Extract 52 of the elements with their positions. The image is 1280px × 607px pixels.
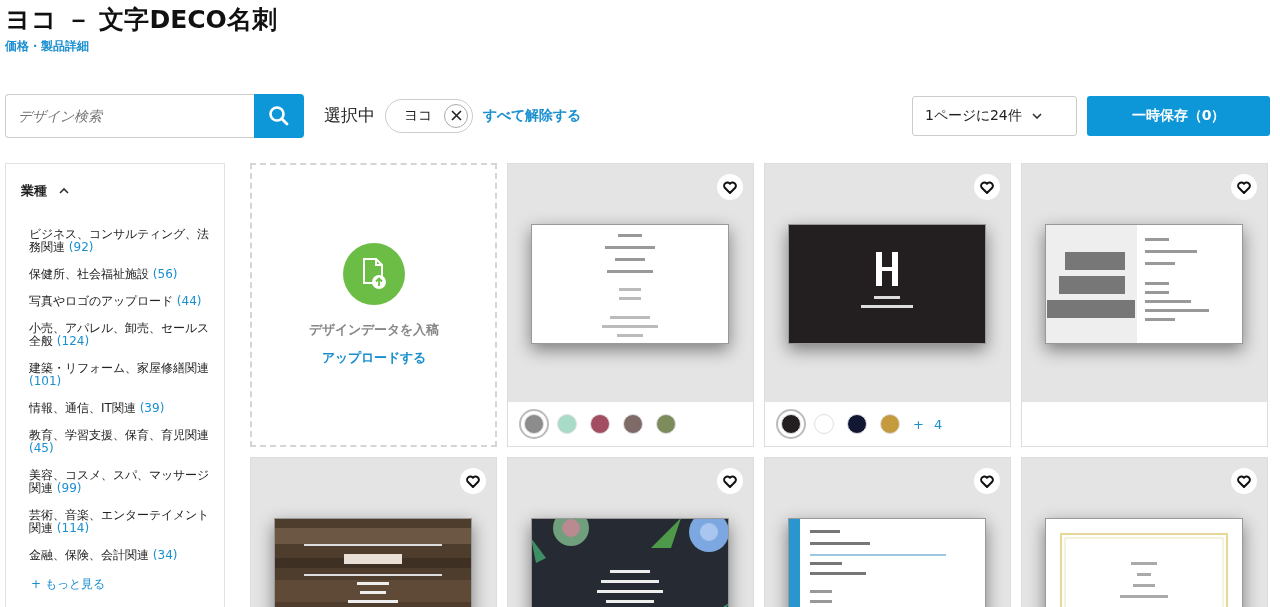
favorite-button[interactable] bbox=[974, 468, 1000, 494]
heart-icon bbox=[980, 180, 994, 194]
search-field[interactable]: デザイン検索 bbox=[5, 93, 254, 138]
category-item[interactable]: 建築・リフォーム、家屋修繕関連 (101) bbox=[29, 362, 210, 388]
favorite-button[interactable] bbox=[974, 174, 1000, 200]
design-tile[interactable] bbox=[507, 163, 754, 447]
remove-chip-button[interactable] bbox=[444, 103, 468, 128]
search-icon bbox=[268, 104, 290, 127]
color-swatch[interactable] bbox=[814, 414, 834, 434]
category-item[interactable]: ビジネス、コンサルティング、法務関連 (92) bbox=[29, 228, 210, 254]
favorite-button[interactable] bbox=[1231, 468, 1257, 494]
category-item[interactable]: 金融、保険、会計関連 (34) bbox=[29, 549, 210, 562]
favorite-button[interactable] bbox=[717, 468, 743, 494]
price-link[interactable]: 価格・製品詳細 bbox=[5, 38, 89, 55]
category-item[interactable]: 芸術、音楽、エンターテイメント関連 (114) bbox=[29, 509, 210, 535]
favorite-button[interactable] bbox=[1231, 174, 1257, 200]
category-item[interactable]: 写真やロゴのアップロード (44) bbox=[29, 295, 210, 308]
more-colors-link[interactable]: + 4 bbox=[913, 416, 946, 432]
show-more-link[interactable]: + もっと見る bbox=[31, 576, 105, 593]
close-icon bbox=[450, 110, 462, 121]
color-swatch[interactable] bbox=[590, 414, 610, 434]
heart-icon bbox=[466, 474, 480, 488]
design-tile[interactable]: + 4 bbox=[764, 163, 1011, 447]
selected-label: 選択中 bbox=[324, 104, 375, 127]
heart-icon bbox=[723, 180, 737, 194]
chip-label: ヨコ bbox=[404, 106, 432, 125]
heart-icon bbox=[980, 474, 994, 488]
color-swatch[interactable] bbox=[847, 414, 867, 434]
upload-text: デザインデータを入稿 bbox=[308, 321, 439, 339]
color-swatch[interactable] bbox=[623, 414, 643, 434]
category-item[interactable]: 教育、学習支援、保育、育児関連 (45) bbox=[29, 429, 210, 455]
design-tile[interactable] bbox=[1021, 163, 1268, 447]
page-title: ヨコ － 文字DECO名刺 bbox=[5, 4, 277, 36]
category-item[interactable]: 情報、通信、IT関連 (39) bbox=[29, 402, 210, 415]
chevron-down-icon bbox=[1031, 112, 1042, 119]
category-item[interactable]: 保健所、社会福祉施設 (56) bbox=[29, 268, 210, 281]
color-swatch[interactable] bbox=[880, 414, 900, 434]
search-button[interactable] bbox=[254, 93, 304, 138]
color-swatch[interactable] bbox=[656, 414, 676, 434]
per-page-dropdown[interactable]: 1ページに24件 bbox=[912, 95, 1077, 136]
category-item[interactable]: 美容、コスメ、スパ、マッサージ関連 (99) bbox=[29, 469, 210, 495]
favorite-button[interactable] bbox=[460, 468, 486, 494]
heart-icon bbox=[723, 474, 737, 488]
category-heading[interactable]: 業種 bbox=[21, 182, 69, 200]
heart-icon bbox=[1237, 474, 1251, 488]
color-swatch[interactable] bbox=[557, 414, 577, 434]
favorite-button[interactable] bbox=[717, 174, 743, 200]
upload-link[interactable]: アップロードする bbox=[321, 349, 426, 367]
clear-all-link[interactable]: すべて解除する bbox=[483, 106, 581, 125]
chevron-up-icon bbox=[59, 187, 69, 195]
category-item[interactable]: 小売、アパレル、卸売、セールス全般 (124) bbox=[29, 322, 210, 348]
heart-icon bbox=[1237, 180, 1251, 194]
